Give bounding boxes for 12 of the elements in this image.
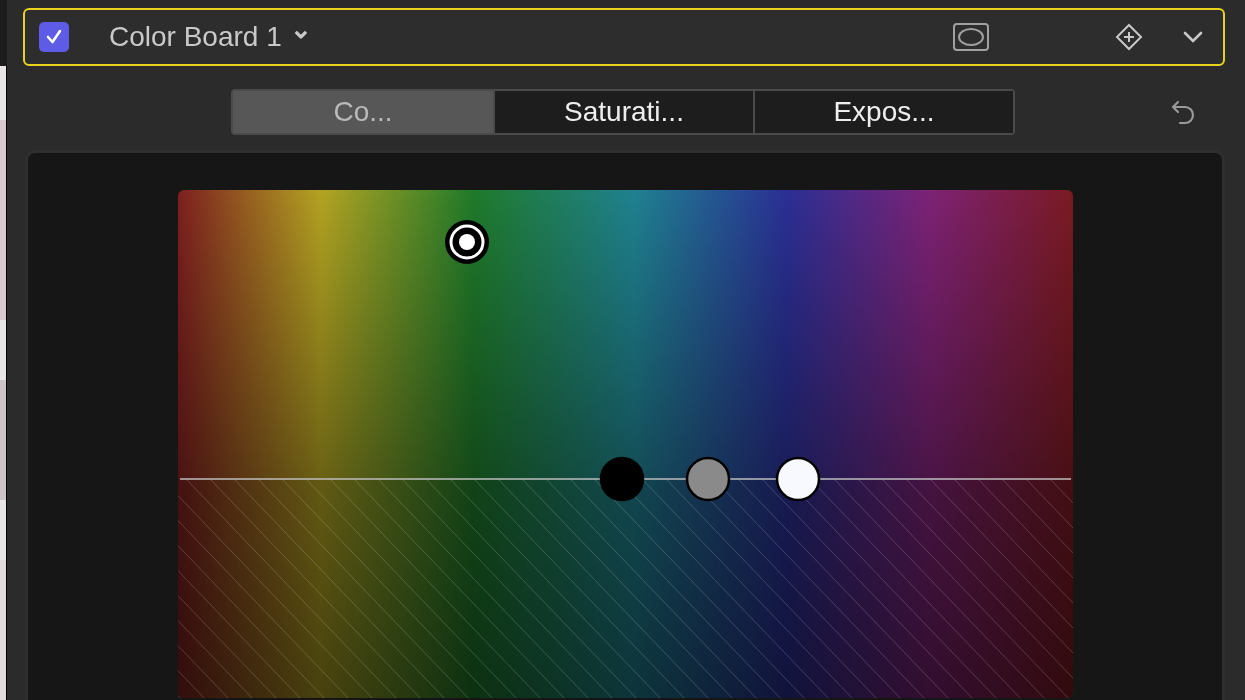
effect-title[interactable]: Color Board 1 — [109, 21, 282, 53]
enable-checkbox[interactable] — [39, 22, 69, 52]
puck[interactable] — [775, 456, 821, 502]
undo-icon[interactable] — [1170, 98, 1196, 126]
keyframe-icon[interactable] — [1115, 23, 1143, 51]
tab[interactable]: Expos... — [753, 91, 1013, 133]
chevron-icon[interactable] — [1183, 31, 1203, 43]
global-puck[interactable] — [445, 220, 489, 264]
mask-icon[interactable] — [953, 23, 989, 51]
chevron-icon[interactable]: ⌄ — [289, 13, 312, 45]
puck[interactable] — [685, 456, 731, 502]
tab[interactable]: Co... — [233, 91, 493, 133]
